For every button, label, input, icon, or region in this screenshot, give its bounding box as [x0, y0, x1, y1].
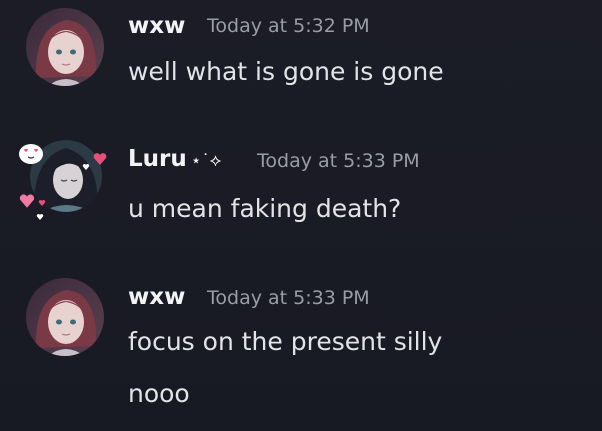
message-timestamp: Today at 5:33 PM	[257, 150, 420, 172]
message-group: Luru ⋆˙⟡ Today at 5:33 PM u mean faking d…	[0, 130, 602, 260]
username-decoration: ⋆˙⟡	[190, 151, 222, 171]
pink-heart-icon	[92, 150, 108, 170]
message-text: nooo	[128, 379, 190, 408]
pink-heart-icon	[18, 192, 36, 213]
heart-eyes-bubble-icon	[17, 142, 45, 171]
message-group: wxw Today at 5:32 PM well what is gone i…	[0, 0, 602, 120]
username-text: Luru	[128, 146, 187, 172]
message-group: wxw Today at 5:33 PM focus on the presen…	[0, 270, 602, 431]
chat-message-list: wxw Today at 5:32 PM well what is gone i…	[0, 0, 602, 431]
message-text: focus on the present silly	[128, 327, 443, 356]
pink-heart-icon	[82, 154, 90, 174]
username[interactable]: wxw	[128, 13, 185, 39]
message-text: u mean faking death?	[128, 194, 402, 223]
avatar-image	[26, 278, 104, 356]
message-timestamp: Today at 5:33 PM	[207, 287, 370, 309]
pink-heart-icon	[38, 190, 46, 210]
avatar[interactable]	[26, 8, 104, 86]
username[interactable]: Luru ⋆˙⟡	[128, 146, 221, 172]
avatar-image	[26, 8, 104, 86]
message-timestamp: Today at 5:32 PM	[207, 15, 370, 37]
username[interactable]: wxw	[128, 284, 185, 310]
message-text: well what is gone is gone	[128, 57, 444, 86]
avatar[interactable]	[26, 278, 104, 356]
